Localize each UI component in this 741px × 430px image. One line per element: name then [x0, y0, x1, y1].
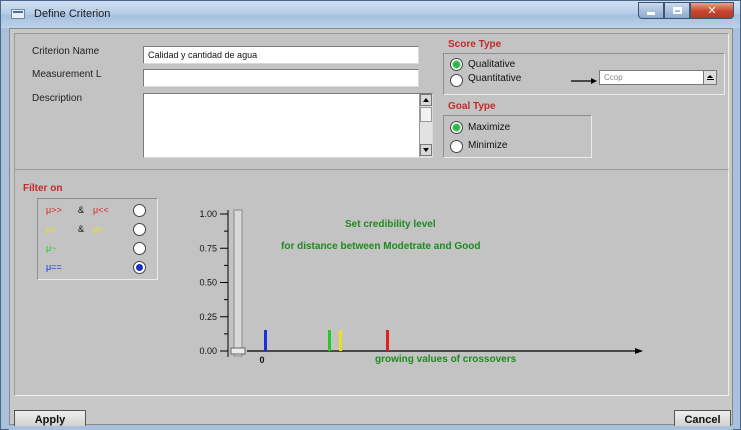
y-tick-label: 0.00 — [199, 346, 217, 356]
criterion-name-input[interactable]: Calidad y cantidad de agua — [143, 46, 419, 64]
filter-ampersand: & — [78, 224, 85, 234]
goal-type-title: Goal Type — [448, 101, 496, 112]
description-scrollbar[interactable] — [419, 94, 432, 157]
quantitative-radio[interactable] — [450, 74, 463, 87]
description-textarea[interactable] — [143, 93, 433, 158]
scroll-down-button[interactable] — [420, 144, 432, 156]
measurement-input[interactable] — [143, 69, 419, 87]
slider-thumb[interactable] — [230, 347, 246, 355]
y-tick-label: 1.00 — [199, 209, 217, 219]
title-bar[interactable]: Define Criterion ✕ — [1, 1, 740, 28]
window-title: Define Criterion — [34, 8, 111, 20]
app-icon — [11, 9, 25, 19]
measurement-label: Measurement L — [32, 69, 102, 80]
define-criterion-window: Define Criterion ✕ Criterion Name Calida… — [0, 0, 741, 430]
quantitative-label: Quantitative — [468, 73, 522, 84]
filter-symbol-a: μ~ — [46, 243, 57, 253]
filter-radio[interactable] — [133, 204, 146, 217]
score-type-title: Score Type — [448, 39, 502, 50]
goal-type-group: Maximize Minimize — [443, 115, 592, 158]
minimize-label: Minimize — [468, 140, 508, 151]
crossover-bar — [339, 330, 342, 351]
filter-ampersand: & — [78, 205, 85, 215]
y-tick-label: 0.50 — [199, 278, 217, 288]
qualitative-label: Qualitative — [468, 59, 516, 70]
radio-selected-dot — [453, 124, 460, 131]
maximize-radio[interactable] — [450, 121, 463, 134]
score-type-group: Qualitative Quantitative Ccop — [443, 53, 725, 95]
maximize-label: Maximize — [468, 122, 511, 133]
filter-symbol-b: μ> — [93, 224, 104, 234]
filter-options-group: μ>> & μ<< μ< & μ> μ~ μ== — [37, 198, 158, 280]
chart-annotation-line2: for distance between Modetrate and Good — [281, 241, 481, 252]
x-axis-arrow-icon — [635, 348, 643, 354]
filter-symbol-a: μ< — [46, 224, 57, 234]
filter-panel: Filter on μ>> & μ<< μ< & μ> μ~ μ== 1.00 0.75 0.50… — [14, 169, 729, 396]
crossover-bar — [264, 330, 267, 351]
maximize-button[interactable] — [664, 2, 690, 19]
crossover-bar — [328, 330, 331, 351]
filter-radio[interactable] — [133, 261, 146, 274]
filter-symbol-b: μ<< — [93, 205, 109, 215]
description-label: Description — [32, 93, 83, 104]
window-bottom-edge — [9, 426, 733, 430]
crossover-bar — [386, 330, 389, 351]
radio-selected-dot — [136, 264, 143, 271]
radio-selected-dot — [453, 61, 460, 68]
dropdown-icon — [707, 75, 713, 78]
filter-symbol-a: μ== — [46, 262, 62, 272]
quantitative-scale-combo[interactable]: Ccop — [599, 70, 717, 85]
maximize-icon — [672, 7, 682, 14]
combo-value: Ccop — [604, 73, 623, 82]
scroll-up-button[interactable] — [420, 94, 432, 106]
arrow-down-icon — [423, 148, 429, 152]
close-icon: ✕ — [707, 5, 717, 17]
close-button[interactable]: ✕ — [690, 2, 734, 19]
arrow-right-icon — [571, 78, 597, 84]
minimize-button[interactable] — [638, 2, 664, 19]
x-origin-label: 0 — [259, 355, 264, 365]
filter-symbol-a: μ>> — [46, 205, 62, 215]
minimize-icon — [647, 12, 655, 15]
filter-radio[interactable] — [133, 242, 146, 255]
dropdown-bar-icon — [706, 79, 714, 80]
filter-on-title: Filter on — [23, 183, 63, 194]
y-tick-label: 0.25 — [199, 312, 217, 322]
minimize-radio[interactable] — [450, 140, 463, 153]
dialog-client-area: Criterion Name Calidad y cantidad de agu… — [9, 28, 733, 429]
combo-dropdown-button[interactable] — [703, 71, 716, 84]
slider-track[interactable] — [233, 209, 243, 357]
filter-radio[interactable] — [133, 223, 146, 236]
x-axis-label: growing values of crossovers — [375, 354, 517, 365]
chart-annotation-line1: Set credibility level — [345, 219, 436, 230]
scroll-thumb[interactable] — [420, 107, 432, 122]
window-controls: ✕ — [638, 2, 734, 20]
qualitative-radio[interactable] — [450, 58, 463, 71]
arrow-up-icon — [423, 98, 429, 102]
y-tick-label: 0.75 — [199, 243, 217, 253]
criterion-name-label: Criterion Name — [32, 46, 100, 57]
